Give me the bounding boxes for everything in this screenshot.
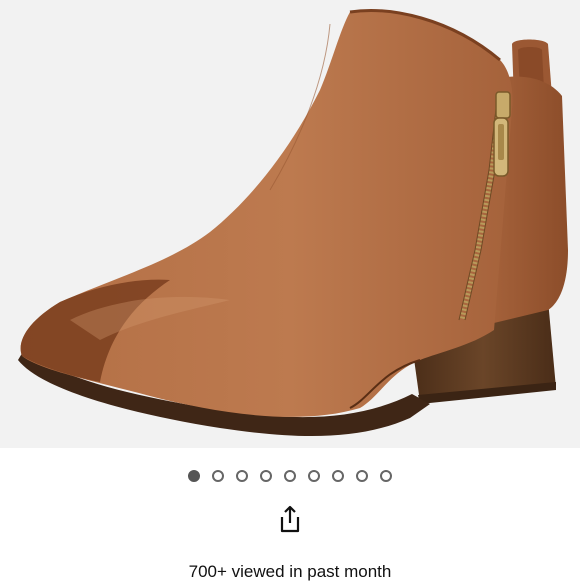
carousel-dot[interactable] — [260, 470, 272, 482]
carousel-indicators — [0, 466, 580, 486]
carousel-dot[interactable] — [236, 470, 248, 482]
product-image-area[interactable] — [0, 0, 580, 448]
carousel-dot[interactable] — [212, 470, 224, 482]
carousel-dot[interactable] — [308, 470, 320, 482]
carousel-dot[interactable] — [284, 470, 296, 482]
share-icon — [280, 505, 300, 533]
carousel-dot[interactable] — [380, 470, 392, 482]
carousel-dot[interactable] — [188, 470, 200, 482]
viewed-count-text: 700+ viewed in past month — [188, 562, 392, 581]
ankle-boot-image[interactable] — [0, 0, 580, 448]
share-button[interactable] — [276, 504, 304, 534]
carousel-dot[interactable] — [356, 470, 368, 482]
carousel-dot[interactable] — [332, 470, 344, 482]
zipper-pull — [493, 91, 511, 177]
